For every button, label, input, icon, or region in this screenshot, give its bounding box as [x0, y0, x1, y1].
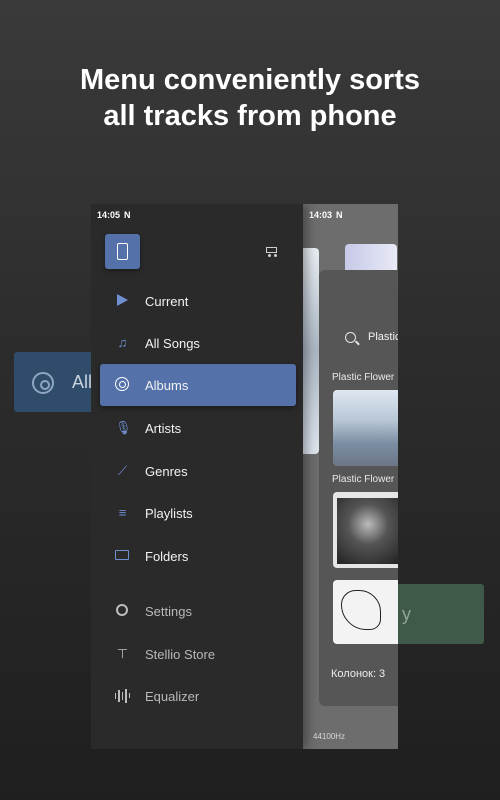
headline-line-1: Menu conveniently sorts [79, 64, 420, 96]
menu-item-folders[interactable]: Folders [100, 535, 296, 577]
menu-item-label: Artists [145, 421, 182, 436]
cart-icon[interactable] [264, 245, 278, 257]
status-bar: 14:05 N [97, 210, 131, 220]
menu-item-label: Folders [145, 549, 189, 564]
menu-item-label: Settings [145, 604, 192, 619]
menu-item-playlists[interactable]: ≡ Playlists [100, 492, 296, 534]
album-cover[interactable] [333, 492, 398, 568]
music-note-icon: ♫ [117, 335, 128, 350]
album-label: Plastic Flower [332, 474, 395, 485]
equalizer-icon [115, 688, 131, 703]
menu-item-label: Genres [145, 464, 188, 479]
playlist-icon: ≡ [118, 505, 127, 520]
menu-item-equalizer[interactable]: Equalizer [100, 675, 296, 717]
phone-icon [117, 243, 128, 260]
columns-label[interactable]: Колонок: 3 [331, 668, 385, 680]
menu-item-current[interactable]: Current [100, 280, 296, 322]
notification-icon: N [124, 210, 131, 220]
album-art-partial [303, 248, 319, 454]
notification-icon: N [336, 210, 343, 220]
play-icon [115, 293, 130, 308]
album-cover[interactable] [333, 390, 398, 466]
ghost-right-text: y [402, 604, 411, 624]
sample-rate: 44100Hz [313, 732, 346, 741]
device-library-button[interactable] [105, 234, 140, 269]
disc-icon [32, 372, 54, 394]
navigation-drawer: 14:05 N Current ♫ All Songs Albums 🎙︎ Art… [91, 204, 303, 749]
status-time: 14:03 [309, 210, 333, 220]
album-cover[interactable] [333, 580, 398, 644]
album-photo [337, 498, 398, 564]
headline-line-2: all tracks from phone [103, 100, 397, 132]
menu-item-genres[interactable]: ⟋ Genres [100, 450, 296, 492]
status-time: 14:05 [97, 210, 121, 220]
menu-item-label: Playlists [145, 506, 193, 521]
album-search-panel: Plastic Plastic Flower Plastic Flower Ко… [319, 270, 398, 706]
disc-icon [115, 377, 130, 392]
paint-roller-icon: ⊤ [116, 646, 129, 661]
menu-item-label: Current [145, 294, 189, 309]
ghost-right-pill: y [388, 584, 484, 644]
menu-item-all-songs[interactable]: ♫ All Songs [100, 322, 296, 364]
menu-item-label: All Songs [145, 336, 200, 351]
search-icon [345, 332, 356, 343]
menu-item-label: Equalizer [145, 689, 200, 704]
album-label: Plastic Flower [332, 372, 395, 383]
menu-item-stellio-store[interactable]: ⊤ Stellio Store [100, 633, 296, 675]
folder-icon [115, 548, 130, 563]
microphone-icon: 🎙︎ [115, 420, 132, 435]
menu-item-label: Albums [145, 378, 189, 393]
status-bar-behind: 14:03 N [309, 210, 343, 220]
gear-icon [115, 603, 130, 618]
phone-screen: 14:03 N Plastic Plastic Flower Plastic Fl… [91, 204, 398, 749]
menu-item-artists[interactable]: 🎙︎ Artists [100, 407, 296, 449]
headline: Menu conveniently sorts all tracks from … [0, 62, 500, 134]
menu-item-settings[interactable]: Settings [100, 590, 296, 632]
menu-item-albums[interactable]: Albums [100, 364, 296, 406]
search-input[interactable]: Plastic [368, 331, 398, 343]
ghost-left-text: All [72, 372, 93, 392]
menu-item-label: Stellio Store [145, 647, 216, 662]
album-drawing [341, 590, 381, 630]
search-field[interactable]: Plastic [335, 326, 398, 352]
guitar-icon: ⟋ [117, 463, 128, 478]
